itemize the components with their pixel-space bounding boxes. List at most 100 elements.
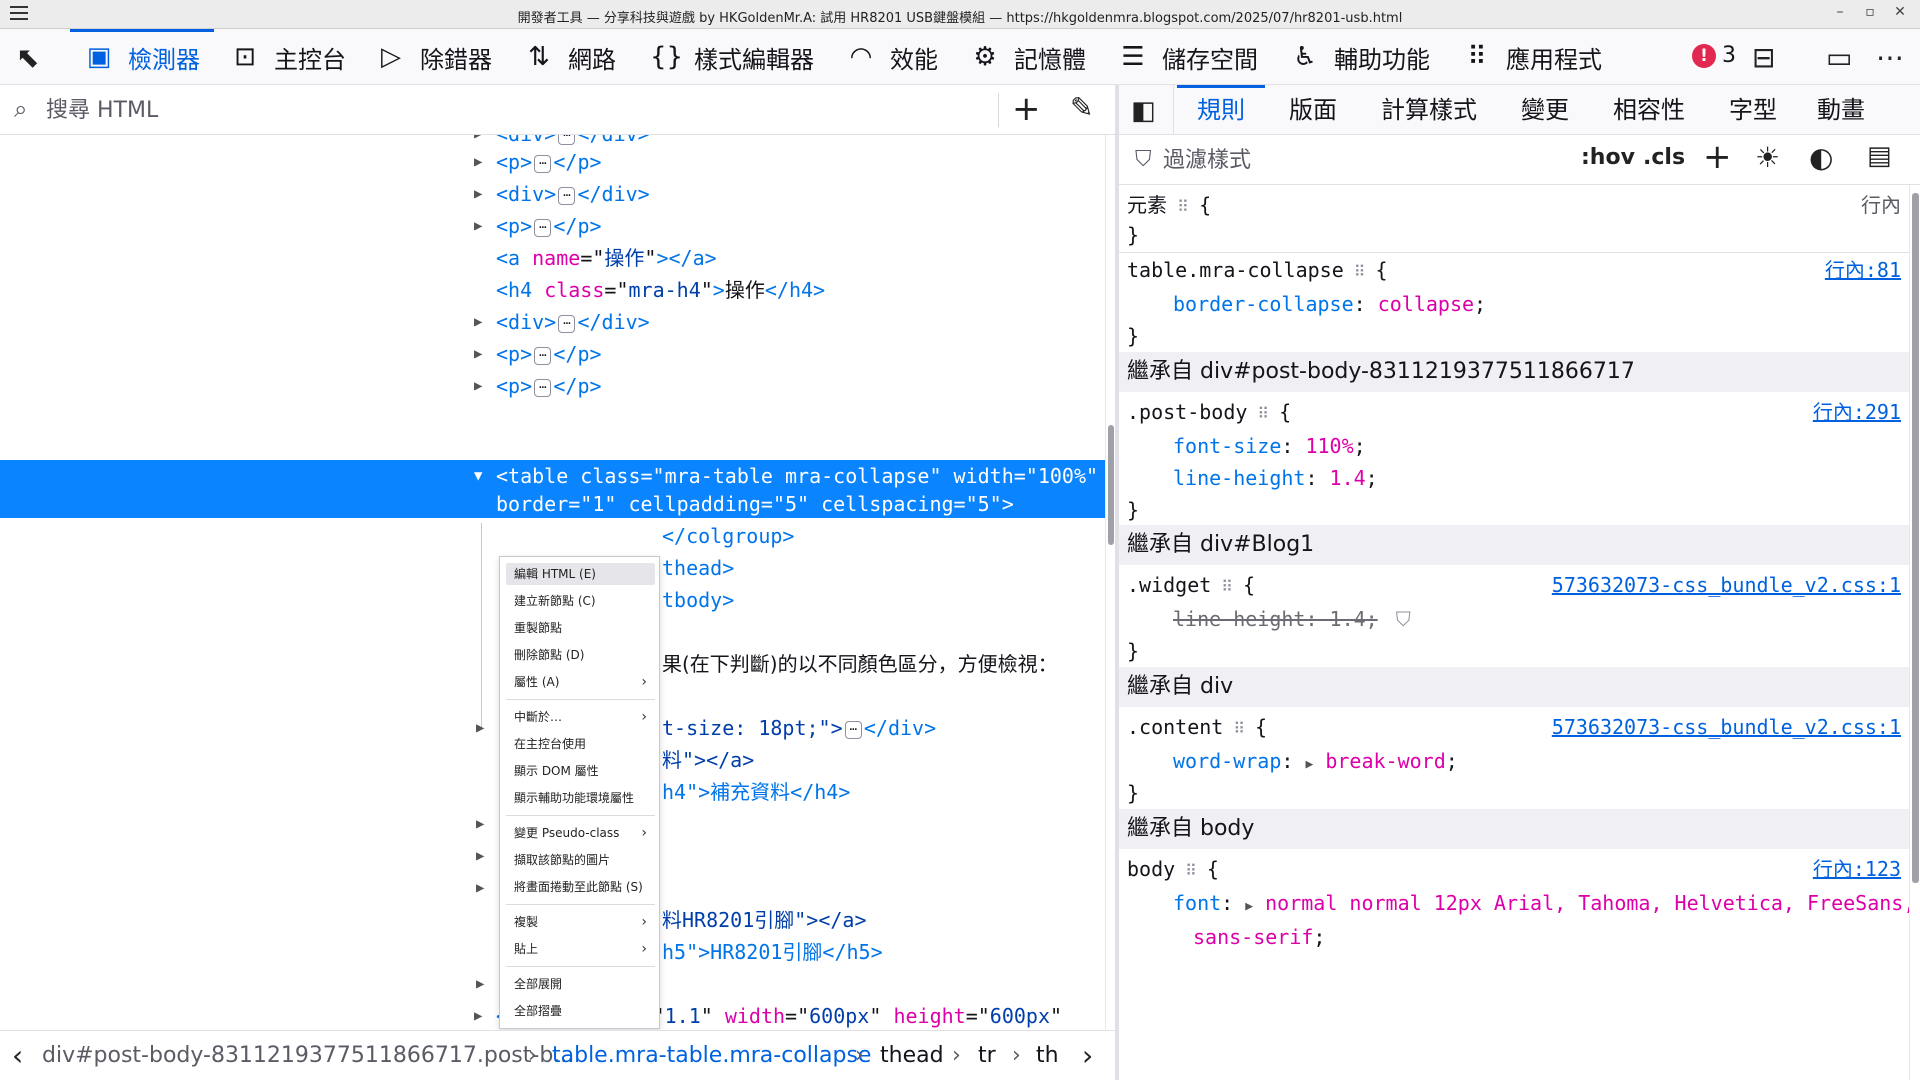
collapse-arrow-icon[interactable]: ▼ [474,462,482,490]
rule-declaration[interactable]: font-size: 110%; [1173,431,1366,461]
breadcrumb-item[interactable]: tr [978,1043,996,1068]
rule-declaration-overridden[interactable]: line-height: 1.4; ⛉ [1173,604,1411,634]
tab-network[interactable]: ⇅ 網路 [524,29,616,85]
tab-debugger[interactable]: ▷ 除錯器 [376,29,492,85]
collapsed-content-badge[interactable]: ⋯ [534,154,552,173]
scrollbar-thumb[interactable] [1912,193,1919,883]
breadcrumb-item-active[interactable]: table.mra-table.mra-collapse [552,1043,871,1068]
markup-node[interactable]: tbody> [662,585,734,615]
collapsed-content-badge[interactable]: ⋯ [558,314,576,333]
toggle-layout-icon[interactable]: ◧ [1131,96,1156,126]
markup-node[interactable]: ▶ <p> ⋯ </p> [474,147,602,177]
collapsed-content-badge[interactable]: ⋯ [844,720,862,739]
tab-console[interactable]: ⊡ 主控台 [230,29,346,85]
expand-arrow-icon[interactable]: ▶ [476,841,484,871]
markup-node[interactable]: </colgroup> [662,521,794,551]
element-picker-icon[interactable]: ⬉ [16,41,39,74]
rule-source-link[interactable]: 行內:123 [1813,854,1901,884]
rule-selector[interactable]: .post-body ⠿{ [1127,397,1291,427]
expand-arrow-icon[interactable]: ▶ [476,809,484,839]
tab-storage[interactable]: ☰ 儲存空間 [1118,29,1258,85]
menu-item-show-accessibility-properties[interactable]: 顯示輔助功能環境屬性 [506,787,655,809]
markup-node[interactable]: ▶ <p> ⋯ </p> [474,339,602,369]
menu-item-attributes[interactable]: 屬性 (A) › [506,671,655,693]
filter-styles-input[interactable] [1163,144,1543,176]
error-count-badge[interactable]: ! 3 [1692,43,1736,68]
hov-toggle-button[interactable]: :hov [1581,145,1635,170]
markup-node[interactable]: ▶ t-size: 18pt;"> ⋯ </div> [476,713,936,743]
tab-compatibility[interactable]: 相容性 [1613,85,1685,135]
markup-node[interactable]: ▶<div>⋯</div> [474,179,650,209]
menu-item-collapse-all[interactable]: 全部摺疊 [506,1000,655,1022]
menu-item-create-node[interactable]: 建立新節點 (C) [506,590,655,612]
collapsed-content-badge[interactable]: ⋯ [558,186,576,205]
maximize-icon[interactable]: ▫ [1860,4,1880,20]
expand-arrow-icon[interactable]: ▶ [474,211,482,241]
breadcrumb-scroll-left-icon[interactable]: ‹ [12,1039,23,1072]
more-options-icon[interactable]: ⋯ [1876,41,1904,74]
rule-declaration[interactable]: border-collapse: collapse; [1173,289,1486,319]
expand-arrow-icon[interactable]: ▶ [474,179,482,209]
menu-item-delete-node[interactable]: 刪除節點 (D) [506,644,655,666]
cls-toggle-button[interactable]: .cls [1643,145,1685,170]
markup-node[interactable]: 料HR8201引腳"></a> [662,905,867,935]
menu-item-duplicate-node[interactable]: 重製節點 [506,617,655,639]
tab-fonts[interactable]: 字型 [1729,85,1777,135]
rule-selector[interactable]: 元素 ⠿{ [1127,190,1211,220]
menu-item-change-pseudo-class[interactable]: 變更 Pseudo-class › [506,822,655,844]
markup-node[interactable]: ▶<div>⋯</div> [474,307,650,337]
split-console-icon[interactable]: ⊟ [1752,41,1775,74]
rule-source-link[interactable]: 行內:291 [1813,397,1901,427]
tab-style-editor[interactable]: {} 樣式編輯器 [650,29,814,85]
rule-declaration[interactable]: line-height: 1.4; [1173,463,1378,493]
expand-value-icon[interactable]: ▶ [1245,899,1253,914]
minimize-icon[interactable]: – [1830,4,1850,20]
menu-item-screenshot-node[interactable]: 擷取該節點的圖片 [506,849,655,871]
rule-source-link[interactable]: 573632073-css_bundle_v2.css:1 [1552,570,1901,600]
dark-theme-icon[interactable]: ◐ [1809,141,1833,174]
rules-scrollbar[interactable] [1909,185,1920,1080]
menu-item-paste[interactable]: 貼上 › [506,938,655,960]
add-rule-icon[interactable]: + [1703,137,1732,177]
expand-arrow-icon[interactable]: ▶ [474,147,482,177]
markup-node[interactable]: h5">HR8201引腳</h5> [662,937,883,967]
breadcrumb-item[interactable]: div#post-body-8311219377511866717.post-b… [42,1043,574,1068]
menu-item-copy[interactable]: 複製 › [506,911,655,933]
tab-animations[interactable]: 動畫 [1817,85,1865,135]
eyedropper-icon[interactable]: ✎ [1070,91,1093,124]
tab-performance[interactable]: ◠ 效能 [846,29,938,85]
rule-selector[interactable]: .content ⠿{ [1127,712,1267,742]
menu-item-use-in-console[interactable]: 在主控台使用 [506,733,655,755]
markup-node[interactable]: ▶ <p> ⋯ </p> [474,371,602,401]
expand-arrow-icon[interactable]: ▶ [474,371,482,401]
menu-item-expand-all[interactable]: 全部展開 [506,973,655,995]
tab-application[interactable]: ⠿ 應用程式 [1462,29,1602,85]
tab-changes[interactable]: 變更 [1521,85,1569,135]
rule-source-link[interactable]: 573632073-css_bundle_v2.css:1 [1552,712,1901,742]
markup-node[interactable]: ▶ <p> ⋯ </p> [474,211,602,241]
add-node-icon[interactable]: + [1012,89,1041,129]
rule-source-link[interactable]: 行內:81 [1825,255,1901,285]
tab-layout[interactable]: 版面 [1289,85,1337,135]
expand-arrow-icon[interactable]: ▶ [474,339,482,369]
rule-declaration[interactable]: font: ▶ normal normal 12px Arial, Tahoma… [1173,888,1909,918]
rule-selector[interactable]: body ⠿{ [1127,854,1219,884]
rule-declaration[interactable]: word-wrap: ▶ break-word; [1173,746,1458,776]
expand-arrow-icon[interactable]: ▶ [476,969,484,999]
tab-rules[interactable]: 規則 [1177,85,1265,135]
markup-node[interactable]: <a name="操作"></a> [496,243,717,273]
breadcrumb-item[interactable]: th [1036,1043,1059,1068]
menu-item-break-on[interactable]: 中斷於… › [506,706,655,728]
breadcrumb-scroll-right-icon[interactable]: › [1082,1039,1093,1072]
scrollbar-thumb[interactable] [1108,425,1114,545]
print-media-icon[interactable]: ▤ [1867,141,1892,171]
markup-node[interactable]: h4">補充資料</h4> [662,777,850,807]
light-theme-icon[interactable]: ☀ [1755,141,1780,174]
expand-arrow-icon[interactable]: ▶ [474,1001,482,1030]
markup-node[interactable]: <h4 class="mra-h4">操作</h4> [496,275,825,305]
markup-scrollbar[interactable] [1105,135,1115,1030]
expand-value-icon[interactable]: ▶ [1305,757,1313,772]
menu-item-scroll-into-view[interactable]: 將畫面捲動至此節點 (S) [506,876,655,898]
menu-item-show-dom-properties[interactable]: 顯示 DOM 屬性 [506,760,655,782]
collapsed-content-badge[interactable]: ⋯ [534,218,552,237]
